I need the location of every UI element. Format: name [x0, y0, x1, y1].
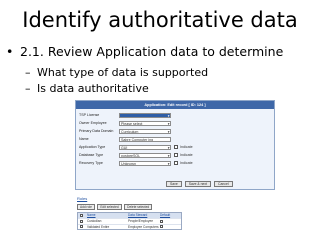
form-title: Application: Edit record [ ID: 124 ]: [76, 101, 274, 109]
checkbox-label: Indicate: [180, 153, 193, 157]
field-label: Database Type: [79, 153, 104, 157]
cancel-button[interactable]: Cancel: [214, 181, 233, 187]
delete-selected-button[interactable]: Delete selected: [124, 204, 153, 210]
recovery-type-select[interactable]: Unknown: [119, 160, 171, 166]
form-row: Owner Employee Please select: [79, 120, 269, 126]
edit-record-form: Application: Edit record [ ID: 124 ] TSP…: [75, 100, 275, 190]
roles-section: Roles Add role Edit selected Delete sele…: [75, 196, 185, 237]
application-screenshot: Application: Edit record [ ID: 124 ] TSP…: [75, 100, 275, 237]
sub-marker: –: [25, 82, 31, 95]
field-label: Owner Employee: [79, 121, 107, 125]
name-field[interactable]: Sabre Computer ing: [119, 136, 171, 142]
form-row: Recovery Type Unknown Indicate: [79, 160, 269, 166]
owner-employee-select[interactable]: Please select: [119, 120, 171, 126]
default-checkbox[interactable]: [160, 225, 163, 231]
form-row: TSP License: [79, 112, 269, 118]
primary-data-domain-select[interactable]: Curriculum: [119, 128, 171, 134]
tsp-license-select[interactable]: [119, 112, 171, 118]
database-type-select[interactable]: postgreSQL: [119, 152, 171, 158]
sub-marker: –: [25, 66, 31, 79]
field-label: Application Type: [79, 145, 106, 149]
form-button-bar: Save Save & next Cancel: [166, 181, 235, 187]
sub-item-text: Is data authoritative: [37, 82, 149, 95]
form-row: Application Type GUI Indicate: [79, 144, 269, 150]
form-row: Database Type postgreSQL Indicate: [79, 152, 269, 158]
form-row: Name Sabre Computer ing: [79, 136, 269, 142]
indicate-checkbox[interactable]: [174, 153, 178, 157]
role-name: Validated Entire: [87, 224, 110, 229]
role-description: Employee Computers: [128, 224, 159, 229]
roles-table: Name Data Steward Default Custodian Peop…: [77, 212, 182, 230]
application-type-select[interactable]: GUI: [119, 144, 171, 150]
indicate-checkbox[interactable]: [174, 161, 178, 165]
form-row: Primary Data Domain Curriculum: [79, 128, 269, 134]
sub-item: – Is data authoritative: [25, 82, 149, 95]
field-label: Recovery Type: [79, 161, 103, 165]
slide-title: Identify authoritative data: [22, 8, 298, 32]
save-button[interactable]: Save: [166, 181, 182, 187]
edit-selected-button[interactable]: Edit selected: [97, 204, 122, 210]
roles-heading[interactable]: Roles: [77, 196, 87, 201]
sub-item-text: What type of data is supported: [37, 66, 209, 79]
bullet-item: • 2.1. Review Application data to determi…: [6, 44, 283, 59]
field-label: Primary Data Domain: [79, 129, 114, 133]
add-role-button[interactable]: Add role: [77, 204, 95, 210]
roles-toolbar: Add role Edit selected Delete selected: [77, 204, 154, 210]
table-row: Validated Entire Employee Computers: [78, 223, 181, 231]
bullet-text: 2.1. Review Application data to determin…: [20, 44, 284, 59]
indicate-checkbox[interactable]: [174, 145, 178, 149]
row-checkbox[interactable]: [80, 225, 83, 231]
field-label: TSP License: [79, 113, 100, 117]
checkbox-label: Indicate: [180, 145, 193, 149]
sub-item: – What type of data is supported: [25, 66, 208, 79]
field-label: Name: [79, 137, 89, 141]
bullet-marker: •: [6, 44, 14, 59]
checkbox-label: Indicate: [180, 161, 193, 165]
save-next-button[interactable]: Save & next: [184, 181, 212, 187]
